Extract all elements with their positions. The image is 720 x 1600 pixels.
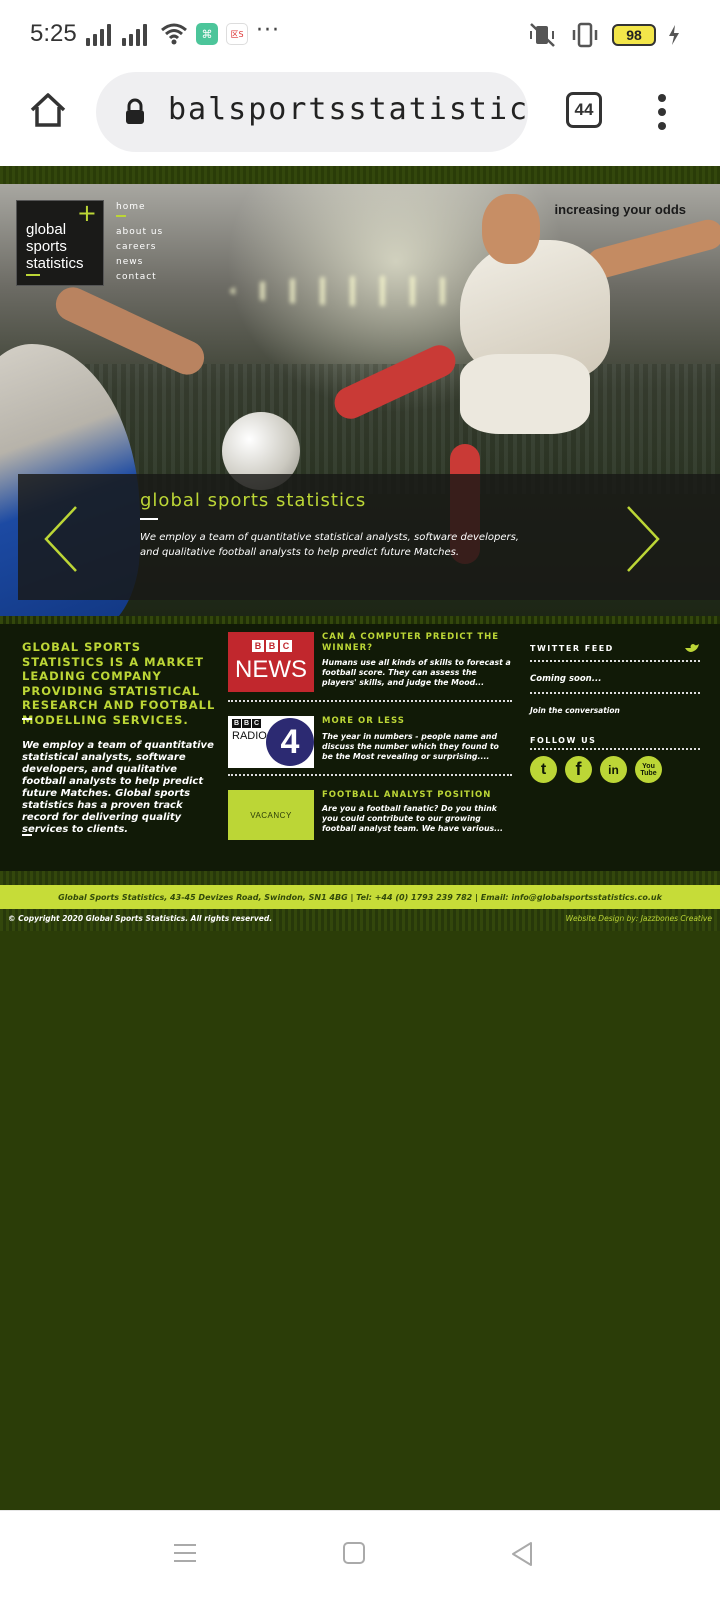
news-item[interactable]: BBC NEWS CAN A COMPUTER PREDICT THE WINN…: [228, 632, 512, 702]
nav-home[interactable]: home: [116, 202, 163, 212]
home-nav-icon[interactable]: [342, 1541, 366, 1565]
linkedin-icon[interactable]: in: [600, 756, 627, 783]
player-shorts: [460, 354, 590, 434]
logo-line: global: [26, 221, 67, 238]
lock-icon: [126, 98, 144, 124]
footer: © Copyright 2020 Global Sports Statistic…: [0, 909, 720, 931]
news-item[interactable]: BBC RADIO 4 MORE OR LESS The year in num…: [228, 716, 512, 776]
signal-icon: [86, 24, 111, 46]
nav-active-indicator: [116, 215, 126, 217]
bbc-radio4-logo: BBC RADIO 4: [228, 716, 314, 768]
intro-heading: GLOBAL SPORTS STATISTICS IS A MARKET LEA…: [22, 640, 216, 727]
news-excerpt: Humans use all kinds of skills to foreca…: [322, 658, 511, 687]
status-bar: 5:25 ⌘ 区S ··· 98: [0, 0, 720, 70]
news-excerpt: Are you a football fanatic? Do you think…: [322, 804, 504, 833]
youtube-icon[interactable]: You Tube: [635, 756, 662, 783]
more-icon: ···: [256, 18, 280, 43]
address-bar: Global Sports Statistics, 43-45 Devizes …: [0, 885, 720, 909]
app-notification-icon: 区S: [226, 23, 248, 45]
nav-about-us[interactable]: about us: [116, 227, 163, 237]
slide-divider: [140, 518, 158, 520]
social-links: t f in You Tube: [530, 756, 662, 783]
logo-underline: [26, 274, 40, 276]
intro-divider: [22, 718, 32, 720]
vacancy-image: VACANCY: [228, 790, 314, 840]
overflow-menu-icon[interactable]: [655, 94, 669, 130]
nav-contact[interactable]: contact: [116, 272, 163, 282]
follow-us-heading: FOLLOW US: [530, 736, 597, 745]
browser-toolbar: balsportsstatistics.co.uk 44: [0, 70, 720, 166]
url-bar[interactable]: balsportsstatistics.co.uk: [96, 72, 528, 152]
next-slide-icon[interactable]: [622, 504, 662, 574]
web-page: + global sports statistics home about us…: [0, 166, 720, 1510]
grass-strip: [0, 871, 720, 885]
nav-careers[interactable]: careers: [116, 242, 163, 252]
twitter-icon[interactable]: t: [530, 756, 557, 783]
divider: [530, 692, 700, 694]
tab-switcher-button[interactable]: 44: [566, 92, 602, 128]
recent-apps-icon[interactable]: [172, 1541, 198, 1565]
vibrate-icon: [530, 23, 555, 47]
bbc-news-label: NEWS: [235, 656, 307, 683]
vibrate-mode-icon: [572, 22, 598, 48]
back-icon[interactable]: [510, 1541, 534, 1567]
main-nav: home about us careers news contact: [116, 202, 163, 287]
status-time: 5:25: [30, 20, 77, 47]
wifi-icon: [161, 23, 187, 45]
news-title[interactable]: MORE OR LESS: [322, 716, 512, 727]
bbc-news-logo: BBC NEWS: [228, 632, 314, 692]
news-title[interactable]: CAN A COMPUTER PREDICT THE WINNER?: [322, 632, 512, 654]
charging-icon: [669, 25, 679, 45]
signal-icon: [122, 24, 147, 46]
logo-line: statistics: [26, 255, 84, 272]
intro-text: We employ a team of quantitative statist…: [22, 740, 214, 835]
design-credit-link[interactable]: Website Design by: Jazzbones Creative: [566, 914, 712, 923]
intro-divider: [22, 834, 32, 836]
copyright-text: © Copyright 2020 Global Sports Statistic…: [8, 914, 273, 923]
news-item[interactable]: VACANCY FOOTBALL ANALYST POSITION Are yo…: [228, 790, 512, 850]
divider: [530, 748, 700, 750]
grass-strip: [0, 166, 720, 184]
slide-text: We employ a team of quantitative statist…: [140, 532, 519, 558]
divider: [228, 700, 512, 702]
player-head: [482, 194, 540, 264]
divider: [530, 660, 700, 662]
system-navigation-bar: [0, 1510, 720, 1600]
twitter-status: Coming soon...: [530, 674, 602, 684]
radio-label: RADIO: [232, 730, 267, 742]
twitter-bird-icon: [685, 644, 699, 652]
home-icon[interactable]: [28, 90, 68, 130]
news-excerpt: The year in numbers - people name and di…: [322, 732, 499, 761]
site-logo[interactable]: + global sports statistics: [16, 200, 104, 286]
facebook-icon[interactable]: f: [565, 756, 592, 783]
nav-news[interactable]: news: [116, 257, 163, 267]
divider: [228, 774, 512, 776]
slide-title: global sports statistics: [140, 490, 367, 511]
url-text: balsportsstatistics.co.uk: [168, 92, 528, 127]
app-notification-icon: ⌘: [196, 23, 218, 45]
content-section: GLOBAL SPORTS STATISTICS IS A MARKET LEA…: [0, 616, 720, 871]
twitter-feed-heading: TWITTER FEED: [530, 644, 614, 653]
hero-banner: + global sports statistics home about us…: [0, 184, 720, 616]
prev-slide-icon[interactable]: [42, 504, 82, 574]
tagline: increasing your odds: [554, 202, 686, 217]
slide-caption-panel: global sports statistics We employ a tea…: [18, 474, 720, 600]
battery-icon: 98: [612, 24, 656, 46]
join-conversation-link[interactable]: Join the conversation: [530, 706, 620, 715]
logo-line: sports: [26, 238, 67, 255]
news-title[interactable]: FOOTBALL ANALYST POSITION: [322, 790, 512, 801]
